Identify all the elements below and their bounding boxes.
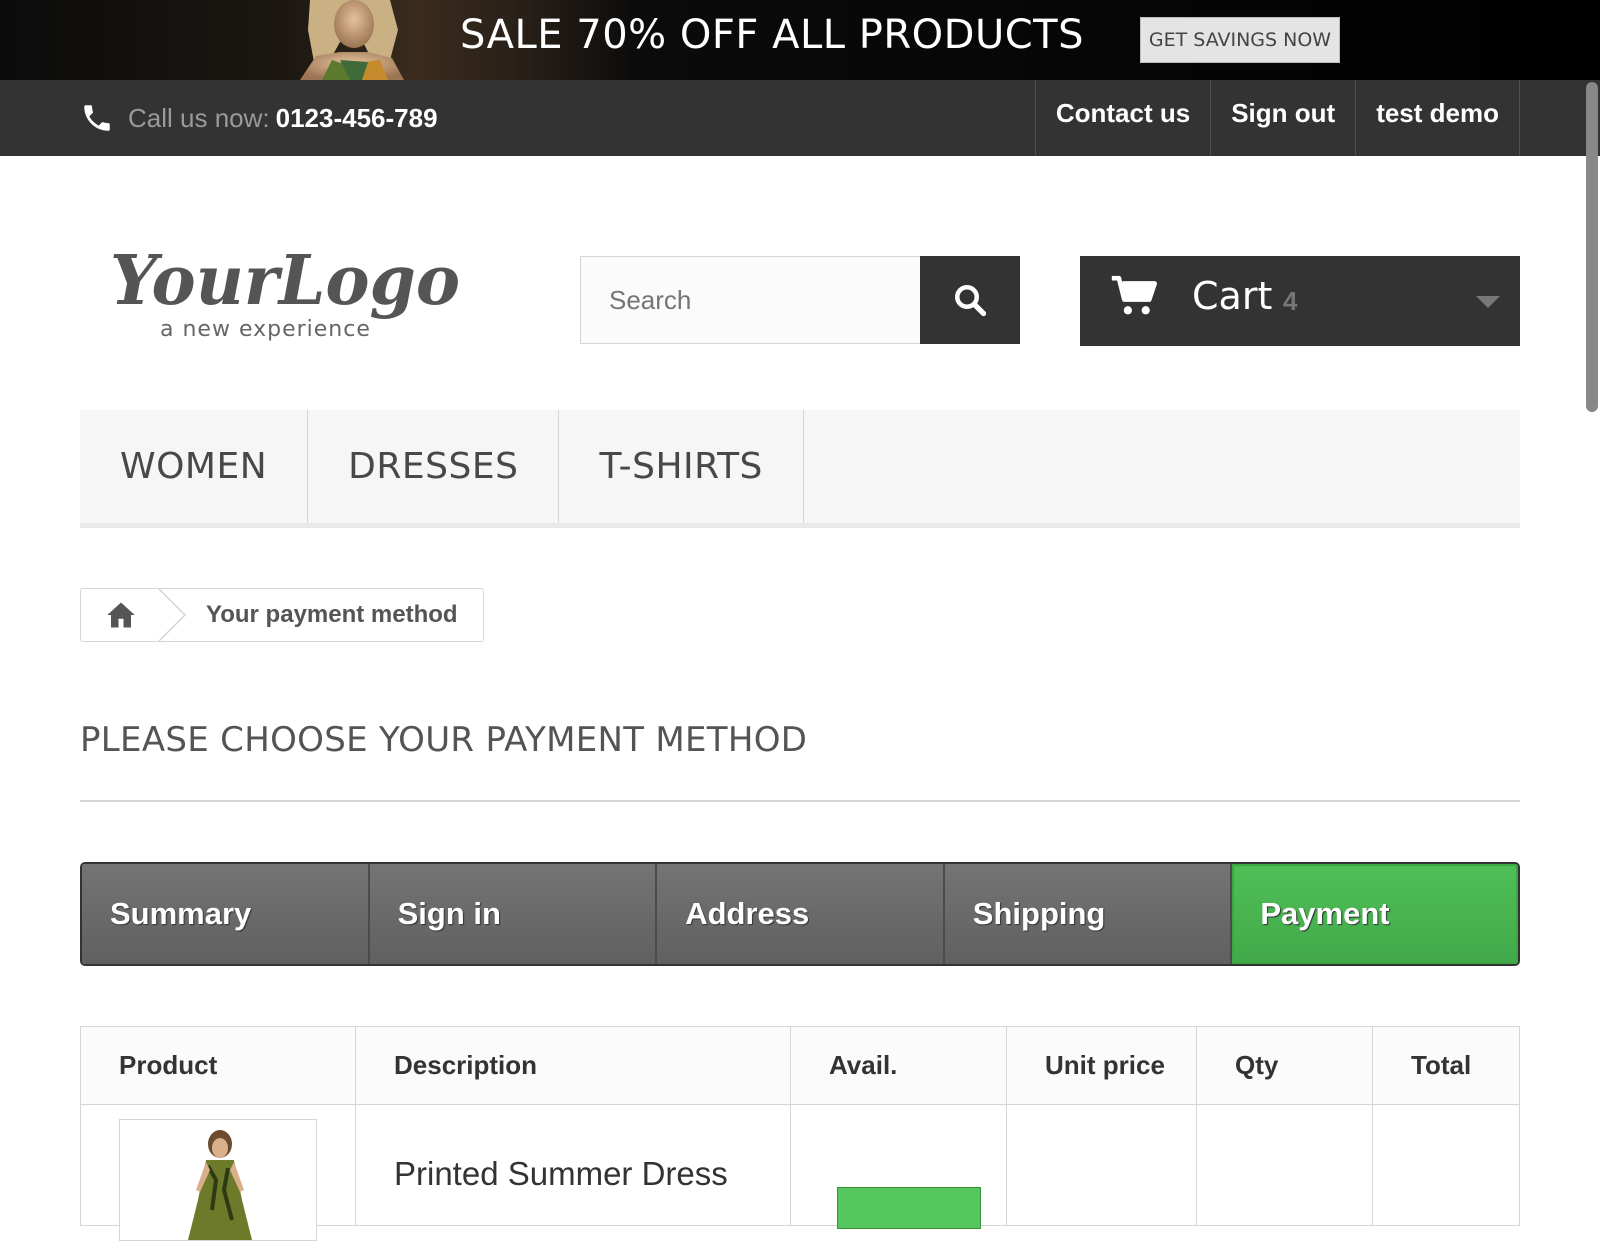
breadcrumb: Your payment method	[80, 588, 484, 642]
total-cell	[1372, 1104, 1520, 1226]
in-stock-badge	[837, 1187, 981, 1229]
menu-item-dresses[interactable]: DRESSES	[308, 410, 560, 523]
header-links: Contact us Sign out test demo	[1034, 80, 1520, 156]
phone-icon	[84, 105, 110, 131]
phone-label: Call us now:	[128, 102, 270, 133]
page-heading: PLEASE CHOOSE YOUR PAYMENT METHOD	[80, 720, 808, 760]
main-menu: WOMEN DRESSES T-SHIRTS	[80, 410, 1520, 528]
column-header-unit-price: Unit price	[1006, 1026, 1197, 1105]
product-thumbnail[interactable]	[119, 1119, 317, 1241]
column-header-description: Description	[355, 1026, 791, 1105]
availability-cell	[790, 1104, 1007, 1229]
heading-divider	[80, 800, 1520, 802]
home-icon	[107, 602, 135, 628]
search-button[interactable]	[920, 256, 1020, 344]
column-header-availability: Avail.	[790, 1026, 1007, 1105]
cart-button[interactable]: Cart 4	[1080, 256, 1520, 346]
step-summary[interactable]: Summary	[82, 864, 370, 964]
cart-summary-table: Product Description Avail. Unit price Qt…	[80, 1026, 1520, 1241]
promo-model-image	[300, 0, 404, 80]
site-logo[interactable]: YourLogo a new experience	[110, 238, 470, 348]
menu-item-tshirts[interactable]: T-SHIRTS	[559, 410, 804, 523]
cart-count: 4	[1283, 286, 1298, 316]
step-payment[interactable]: Payment	[1232, 864, 1518, 964]
column-header-qty: Qty	[1196, 1026, 1373, 1105]
table-header-row: Product Description Avail. Unit price Qt…	[80, 1026, 1520, 1105]
column-header-product: Product	[80, 1026, 356, 1105]
product-cell	[80, 1104, 356, 1241]
step-address[interactable]: Address	[657, 864, 945, 964]
get-savings-button[interactable]: GET SAVINGS NOW	[1140, 17, 1340, 63]
caret-down-icon	[1476, 296, 1500, 308]
breadcrumb-home[interactable]	[81, 589, 161, 641]
breadcrumb-separator	[159, 589, 187, 641]
table-row: Printed Summer Dress	[80, 1104, 1520, 1241]
promo-banner[interactable]: SALE 70% OFF ALL PRODUCTS GET SAVINGS NO…	[0, 0, 1600, 80]
product-name-link[interactable]: Printed Summer Dress	[394, 1155, 728, 1193]
menu-item-women[interactable]: WOMEN	[80, 410, 309, 523]
step-shipping[interactable]: Shipping	[944, 864, 1233, 964]
account-link[interactable]: test demo	[1355, 80, 1520, 156]
cart-label: Cart	[1192, 274, 1273, 318]
search-icon	[955, 285, 987, 317]
search-input[interactable]	[580, 256, 920, 344]
product-image	[188, 1130, 252, 1240]
phone-contact: Call us now: 0123-456-789	[80, 94, 438, 142]
qty-cell	[1196, 1104, 1373, 1226]
checkout-steps: Summary Sign in Address Shipping Payment	[80, 862, 1520, 966]
description-cell: Printed Summer Dress	[355, 1104, 791, 1226]
logo-main-text: YourLogo	[110, 241, 460, 321]
logo-tagline: a new experience	[160, 317, 371, 342]
page-scrollbar[interactable]	[1586, 82, 1598, 412]
breadcrumb-current: Your payment method	[206, 601, 458, 628]
phone-number: 0123-456-789	[275, 102, 438, 133]
promo-headline: SALE 70% OFF ALL PRODUCTS	[460, 12, 1084, 58]
step-sign-in[interactable]: Sign in	[369, 864, 658, 964]
unit-price-cell	[1006, 1104, 1197, 1226]
contact-us-link[interactable]: Contact us	[1034, 80, 1210, 156]
cart-icon	[1111, 275, 1157, 315]
sign-out-link[interactable]: Sign out	[1210, 80, 1355, 156]
column-header-total: Total	[1372, 1026, 1520, 1105]
top-nav-bar: Call us now: 0123-456-789 Contact us Sig…	[0, 80, 1600, 156]
